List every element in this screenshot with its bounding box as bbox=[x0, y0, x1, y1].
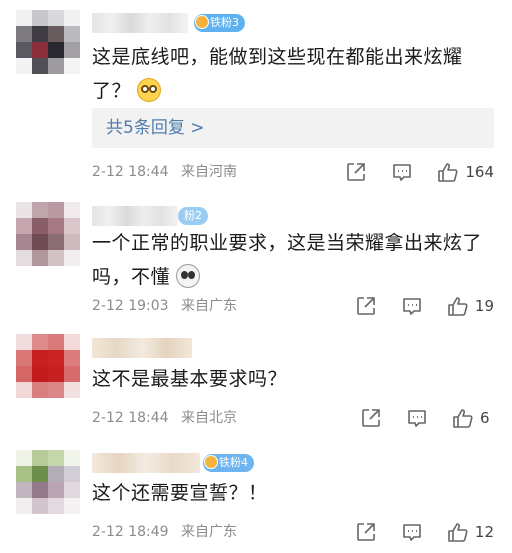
share-icon[interactable] bbox=[360, 407, 382, 429]
glasses-face-emoji bbox=[137, 78, 162, 102]
comment-text: 这不是最基本要求吗？ bbox=[92, 368, 288, 390]
comment-location: 来自河南 bbox=[181, 164, 238, 180]
like-count: 12 bbox=[474, 523, 494, 541]
thumbs-up-icon[interactable] bbox=[437, 161, 459, 183]
like-count: 6 bbox=[480, 409, 490, 427]
comment-date: 2-12 18:49 bbox=[92, 524, 169, 540]
comment-item: 这不是最基本要求吗？ 2-12 18:44 来自北京 6 bbox=[0, 320, 512, 438]
like-count: 164 bbox=[465, 163, 494, 181]
comment-actions: 12 bbox=[331, 521, 494, 543]
comment-text: 一个正常的职业要求，这是当荣耀拿出来炫了 吗，不懂 bbox=[92, 232, 483, 288]
avatar[interactable] bbox=[16, 10, 80, 74]
username-blurred[interactable] bbox=[92, 206, 178, 226]
comment-meta: 2-12 18:44 来自北京 bbox=[92, 408, 237, 428]
thumbs-up-icon[interactable] bbox=[447, 521, 469, 543]
panda-face-emoji bbox=[176, 264, 201, 288]
comment-text: 这是底线吧，能做到这些现在都能出来炫耀 了？ bbox=[92, 46, 463, 102]
comment-location: 来自北京 bbox=[181, 410, 238, 426]
thumbs-up-icon[interactable] bbox=[447, 295, 469, 317]
avatar[interactable] bbox=[16, 334, 80, 398]
comment-location: 来自广东 bbox=[181, 524, 238, 540]
username-blurred[interactable] bbox=[92, 338, 192, 358]
fan-badge-icon bbox=[195, 15, 209, 29]
comment-icon[interactable] bbox=[406, 407, 428, 429]
comment-meta: 2-12 18:44 来自河南 bbox=[92, 162, 237, 182]
comment-item: 铁粉4 这个还需要宣誓？！ 2-12 18:49 来自广东 12 bbox=[0, 438, 512, 553]
comment-icon[interactable] bbox=[401, 521, 423, 543]
comment-actions: 164 bbox=[321, 161, 494, 183]
share-icon[interactable] bbox=[345, 161, 367, 183]
fan-badge: 粉2 bbox=[178, 207, 208, 225]
comment-date: 2-12 19:03 bbox=[92, 298, 169, 314]
like-count: 19 bbox=[474, 297, 494, 315]
share-icon[interactable] bbox=[355, 521, 377, 543]
comment-location: 来自广东 bbox=[181, 298, 238, 314]
view-replies-link[interactable]: 共5条回复 > bbox=[92, 108, 494, 148]
comment-actions: 6 bbox=[336, 407, 494, 429]
comment-icon[interactable] bbox=[391, 161, 413, 183]
avatar[interactable] bbox=[16, 450, 80, 514]
username-blurred[interactable] bbox=[92, 453, 200, 473]
comment-text: 这个还需要宣誓？！ bbox=[92, 482, 268, 504]
thumbs-up-icon[interactable] bbox=[452, 407, 474, 429]
comment-meta: 2-12 18:49 来自广东 bbox=[92, 522, 237, 542]
comment-date: 2-12 18:44 bbox=[92, 164, 169, 180]
avatar[interactable] bbox=[16, 202, 80, 266]
comment-icon[interactable] bbox=[401, 295, 423, 317]
fan-badge-icon bbox=[204, 455, 218, 469]
comment-date: 2-12 18:44 bbox=[92, 410, 169, 426]
username-blurred[interactable] bbox=[92, 13, 188, 33]
fan-badge: 铁粉4 bbox=[203, 454, 254, 472]
comment-item: 铁粉3 这是底线吧，能做到这些现在都能出来炫耀 了？ 共5条回复 > 2-12 … bbox=[0, 0, 512, 190]
comment-meta: 2-12 19:03 来自广东 bbox=[92, 296, 237, 316]
comment-item: 粉2 一个正常的职业要求，这是当荣耀拿出来炫了 吗，不懂 2-12 19:03 … bbox=[0, 190, 512, 320]
share-icon[interactable] bbox=[355, 295, 377, 317]
comment-actions: 19 bbox=[331, 295, 494, 317]
fan-badge: 铁粉3 bbox=[194, 14, 245, 32]
